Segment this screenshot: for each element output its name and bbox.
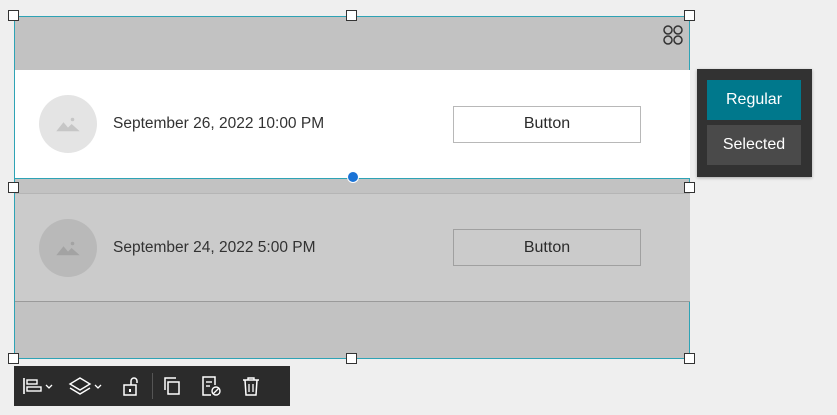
- save-template-button[interactable]: [191, 366, 231, 406]
- align-button[interactable]: [14, 366, 60, 406]
- resize-handle-top-right[interactable]: [684, 10, 695, 21]
- delete-icon: [243, 377, 259, 396]
- widget-type-icon: [663, 25, 683, 45]
- resize-handle-top[interactable]: [346, 10, 357, 21]
- canvas: September 26, 2022 10:00 PM Button Septe…: [0, 0, 837, 415]
- resize-handle-bottom-right[interactable]: [684, 353, 695, 364]
- unlock-icon: [123, 377, 138, 396]
- resize-handle-bottom-left[interactable]: [8, 353, 19, 364]
- item-button[interactable]: Button: [453, 105, 641, 143]
- lock-button[interactable]: [110, 366, 152, 406]
- state-regular-button[interactable]: Regular: [707, 80, 801, 120]
- resize-handle-bottom[interactable]: [346, 353, 357, 364]
- list-item-selected[interactable]: September 24, 2022 5:00 PM Button: [15, 193, 690, 302]
- item-date: September 26, 2022 10:00 PM: [113, 115, 325, 132]
- row-height-handle[interactable]: [347, 171, 359, 183]
- state-selected-button[interactable]: Selected: [707, 125, 801, 165]
- resize-handle-right[interactable]: [684, 182, 695, 193]
- list-widget[interactable]: September 26, 2022 10:00 PM Button Septe…: [14, 16, 690, 359]
- item-button[interactable]: Button: [453, 229, 641, 266]
- resize-handle-left[interactable]: [8, 182, 19, 193]
- image-placeholder-icon: [39, 218, 97, 277]
- item-date: September 24, 2022 5:00 PM: [113, 238, 316, 256]
- widget-toolbar: [14, 366, 290, 406]
- duplicate-button[interactable]: [153, 366, 191, 406]
- resize-handle-top-left[interactable]: [8, 10, 19, 21]
- delete-button[interactable]: [231, 366, 271, 406]
- layer-order-button[interactable]: [60, 366, 110, 406]
- list-item-regular[interactable]: September 26, 2022 10:00 PM Button: [15, 70, 690, 179]
- image-placeholder-icon: [39, 95, 97, 153]
- align-icon: [23, 378, 53, 394]
- save-template-icon: [202, 376, 221, 396]
- layers-icon: [68, 377, 102, 395]
- state-panel: Regular Selected: [697, 69, 812, 177]
- duplicate-icon: [164, 377, 180, 395]
